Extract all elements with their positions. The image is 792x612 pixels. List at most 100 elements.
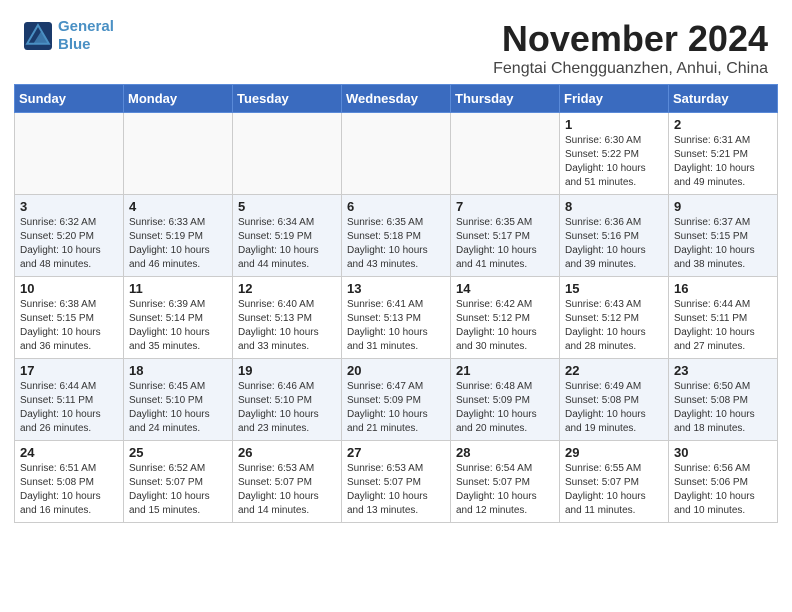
day-info: Sunrise: 6:40 AM Sunset: 5:13 PM Dayligh…: [238, 298, 336, 354]
day-info: Sunrise: 6:49 AM Sunset: 5:08 PM Dayligh…: [565, 380, 663, 436]
day-info: Sunrise: 6:35 AM Sunset: 5:17 PM Dayligh…: [456, 216, 554, 272]
calendar-week-row: 3 Sunrise: 6:32 AM Sunset: 5:20 PM Daylig…: [15, 195, 778, 277]
day-number: 10: [20, 281, 118, 296]
calendar-day-cell: [233, 113, 342, 195]
calendar-day-cell: 25 Sunrise: 6:52 AM Sunset: 5:07 PM Dayli…: [124, 441, 233, 523]
day-info: Sunrise: 6:46 AM Sunset: 5:10 PM Dayligh…: [238, 380, 336, 436]
day-number: 14: [456, 281, 554, 296]
day-number: 17: [20, 363, 118, 378]
weekday-header: Wednesday: [342, 85, 451, 113]
day-info: Sunrise: 6:33 AM Sunset: 5:19 PM Dayligh…: [129, 216, 227, 272]
calendar-day-cell: 2 Sunrise: 6:31 AM Sunset: 5:21 PM Daylig…: [669, 113, 778, 195]
day-number: 11: [129, 281, 227, 296]
day-number: 21: [456, 363, 554, 378]
calendar-week-row: 1 Sunrise: 6:30 AM Sunset: 5:22 PM Daylig…: [15, 113, 778, 195]
day-info: Sunrise: 6:53 AM Sunset: 5:07 PM Dayligh…: [347, 462, 445, 518]
calendar-day-cell: 12 Sunrise: 6:40 AM Sunset: 5:13 PM Dayli…: [233, 277, 342, 359]
day-number: 30: [674, 445, 772, 460]
day-number: 19: [238, 363, 336, 378]
calendar-day-cell: 16 Sunrise: 6:44 AM Sunset: 5:11 PM Dayli…: [669, 277, 778, 359]
day-number: 22: [565, 363, 663, 378]
calendar-week-row: 17 Sunrise: 6:44 AM Sunset: 5:11 PM Dayli…: [15, 359, 778, 441]
calendar-day-cell: 22 Sunrise: 6:49 AM Sunset: 5:08 PM Dayli…: [560, 359, 669, 441]
day-number: 2: [674, 117, 772, 132]
day-number: 29: [565, 445, 663, 460]
day-info: Sunrise: 6:44 AM Sunset: 5:11 PM Dayligh…: [20, 380, 118, 436]
calendar-day-cell: 26 Sunrise: 6:53 AM Sunset: 5:07 PM Dayli…: [233, 441, 342, 523]
day-number: 27: [347, 445, 445, 460]
day-info: Sunrise: 6:31 AM Sunset: 5:21 PM Dayligh…: [674, 134, 772, 190]
day-number: 28: [456, 445, 554, 460]
calendar-day-cell: 7 Sunrise: 6:35 AM Sunset: 5:17 PM Daylig…: [451, 195, 560, 277]
day-number: 18: [129, 363, 227, 378]
title-block: November 2024 Fengtai Chengguanzhen, Anh…: [493, 18, 768, 78]
calendar-day-cell: 28 Sunrise: 6:54 AM Sunset: 5:07 PM Dayli…: [451, 441, 560, 523]
calendar-day-cell: 4 Sunrise: 6:33 AM Sunset: 5:19 PM Daylig…: [124, 195, 233, 277]
day-info: Sunrise: 6:41 AM Sunset: 5:13 PM Dayligh…: [347, 298, 445, 354]
page-header: General Blue November 2024 Fengtai Cheng…: [0, 0, 792, 84]
calendar-day-cell: 21 Sunrise: 6:48 AM Sunset: 5:09 PM Dayli…: [451, 359, 560, 441]
calendar-day-cell: 30 Sunrise: 6:56 AM Sunset: 5:06 PM Dayli…: [669, 441, 778, 523]
day-number: 25: [129, 445, 227, 460]
day-info: Sunrise: 6:42 AM Sunset: 5:12 PM Dayligh…: [456, 298, 554, 354]
calendar-day-cell: 18 Sunrise: 6:45 AM Sunset: 5:10 PM Dayli…: [124, 359, 233, 441]
calendar-day-cell: 29 Sunrise: 6:55 AM Sunset: 5:07 PM Dayli…: [560, 441, 669, 523]
day-number: 15: [565, 281, 663, 296]
calendar-day-cell: 1 Sunrise: 6:30 AM Sunset: 5:22 PM Daylig…: [560, 113, 669, 195]
day-info: Sunrise: 6:48 AM Sunset: 5:09 PM Dayligh…: [456, 380, 554, 436]
calendar-day-cell: 11 Sunrise: 6:39 AM Sunset: 5:14 PM Dayli…: [124, 277, 233, 359]
weekday-header: Sunday: [15, 85, 124, 113]
day-info: Sunrise: 6:56 AM Sunset: 5:06 PM Dayligh…: [674, 462, 772, 518]
day-info: Sunrise: 6:50 AM Sunset: 5:08 PM Dayligh…: [674, 380, 772, 436]
calendar-day-cell: 3 Sunrise: 6:32 AM Sunset: 5:20 PM Daylig…: [15, 195, 124, 277]
calendar-day-cell: 19 Sunrise: 6:46 AM Sunset: 5:10 PM Dayli…: [233, 359, 342, 441]
weekday-header: Friday: [560, 85, 669, 113]
day-info: Sunrise: 6:34 AM Sunset: 5:19 PM Dayligh…: [238, 216, 336, 272]
calendar-day-cell: 27 Sunrise: 6:53 AM Sunset: 5:07 PM Dayli…: [342, 441, 451, 523]
calendar-week-row: 24Sunrise: 6:51 AM Sunset: 5:08 PM Dayli…: [15, 441, 778, 523]
location: Fengtai Chengguanzhen, Anhui, China: [493, 60, 768, 78]
calendar-day-cell: [342, 113, 451, 195]
day-number: 4: [129, 199, 227, 214]
day-info: Sunrise: 6:38 AM Sunset: 5:15 PM Dayligh…: [20, 298, 118, 354]
day-number: 26: [238, 445, 336, 460]
day-info: Sunrise: 6:43 AM Sunset: 5:12 PM Dayligh…: [565, 298, 663, 354]
calendar-table: SundayMondayTuesdayWednesdayThursdayFrid…: [14, 84, 778, 523]
calendar-day-cell: 13 Sunrise: 6:41 AM Sunset: 5:13 PM Dayli…: [342, 277, 451, 359]
day-info: Sunrise: 6:39 AM Sunset: 5:14 PM Dayligh…: [129, 298, 227, 354]
day-number: 1: [565, 117, 663, 132]
month-title: November 2024: [493, 18, 768, 60]
weekday-header: Thursday: [451, 85, 560, 113]
day-number: 13: [347, 281, 445, 296]
day-info: Sunrise: 6:30 AM Sunset: 5:22 PM Dayligh…: [565, 134, 663, 190]
calendar-day-cell: 20 Sunrise: 6:47 AM Sunset: 5:09 PM Dayli…: [342, 359, 451, 441]
day-info: Sunrise: 6:52 AM Sunset: 5:07 PM Dayligh…: [129, 462, 227, 518]
day-info: Sunrise: 6:45 AM Sunset: 5:10 PM Dayligh…: [129, 380, 227, 436]
day-info: Sunrise: 6:44 AM Sunset: 5:11 PM Dayligh…: [674, 298, 772, 354]
day-number: 23: [674, 363, 772, 378]
day-number: 20: [347, 363, 445, 378]
day-number: 24: [20, 445, 118, 460]
day-number: 7: [456, 199, 554, 214]
day-info: Sunrise: 6:36 AM Sunset: 5:16 PM Dayligh…: [565, 216, 663, 272]
day-number: 6: [347, 199, 445, 214]
calendar-day-cell: 8Sunrise: 6:36 AM Sunset: 5:16 PM Daylig…: [560, 195, 669, 277]
day-info: Sunrise: 6:32 AM Sunset: 5:20 PM Dayligh…: [20, 216, 118, 272]
weekday-header-row: SundayMondayTuesdayWednesdayThursdayFrid…: [15, 85, 778, 113]
day-number: 12: [238, 281, 336, 296]
calendar-day-cell: 23 Sunrise: 6:50 AM Sunset: 5:08 PM Dayli…: [669, 359, 778, 441]
day-number: 3: [20, 199, 118, 214]
day-info: Sunrise: 6:55 AM Sunset: 5:07 PM Dayligh…: [565, 462, 663, 518]
calendar-day-cell: 9Sunrise: 6:37 AM Sunset: 5:15 PM Daylig…: [669, 195, 778, 277]
calendar-day-cell: 17 Sunrise: 6:44 AM Sunset: 5:11 PM Dayli…: [15, 359, 124, 441]
calendar-day-cell: 6Sunrise: 6:35 AM Sunset: 5:18 PM Daylig…: [342, 195, 451, 277]
calendar-day-cell: 14 Sunrise: 6:42 AM Sunset: 5:12 PM Dayli…: [451, 277, 560, 359]
day-info: Sunrise: 6:47 AM Sunset: 5:09 PM Dayligh…: [347, 380, 445, 436]
day-number: 16: [674, 281, 772, 296]
calendar-day-cell: [124, 113, 233, 195]
logo: General Blue: [24, 18, 114, 54]
calendar-day-cell: 10 Sunrise: 6:38 AM Sunset: 5:15 PM Dayli…: [15, 277, 124, 359]
calendar-day-cell: 24Sunrise: 6:51 AM Sunset: 5:08 PM Dayli…: [15, 441, 124, 523]
day-info: Sunrise: 6:54 AM Sunset: 5:07 PM Dayligh…: [456, 462, 554, 518]
day-info: Sunrise: 6:53 AM Sunset: 5:07 PM Dayligh…: [238, 462, 336, 518]
